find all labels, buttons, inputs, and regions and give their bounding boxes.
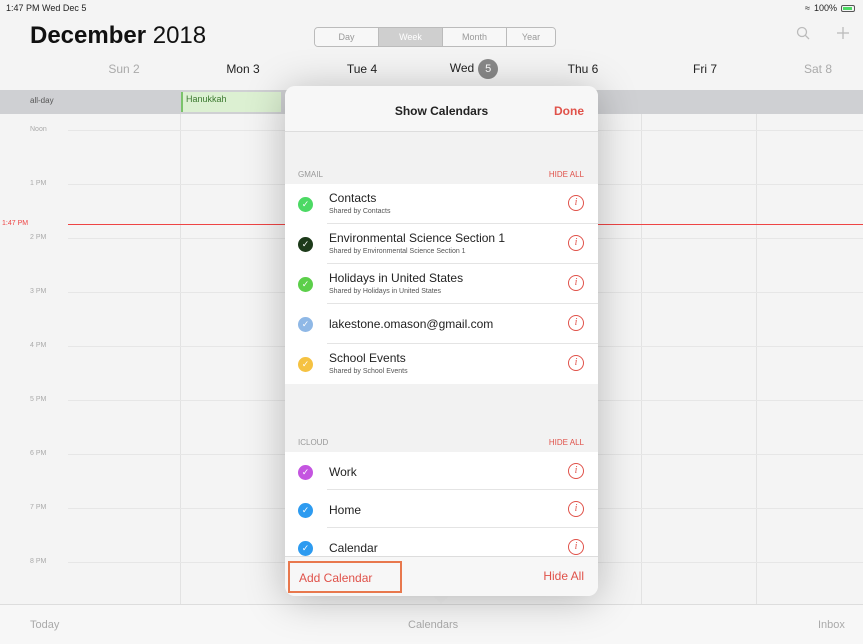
calendar-title: Environmental Science Section 1 [329, 231, 506, 245]
hour-label: 4 PM [30, 342, 47, 349]
info-icon[interactable]: i [568, 355, 584, 371]
status-right: ≈ 100% [805, 3, 855, 13]
day-header-fri[interactable]: Fri 7 [645, 62, 765, 76]
add-calendar-button[interactable]: Add Calendar [288, 561, 402, 593]
hour-label: 2 PM [30, 234, 47, 241]
calendar-title: Contacts [329, 191, 377, 205]
calendar-row-contacts[interactable]: ✓ Contacts Shared by Contacts i [285, 184, 598, 224]
bottom-toolbar: Today Calendars Inbox [0, 604, 863, 644]
calendar-row-environmental-science[interactable]: ✓ Environmental Science Section 1 Shared… [285, 224, 598, 264]
calendar-row-home[interactable]: ✓ Home i [285, 490, 598, 528]
day-header-wed[interactable]: Wed 5 [414, 59, 534, 79]
hour-label: 5 PM [30, 396, 47, 403]
section-header-gmail: GMAIL HIDE ALL [285, 164, 598, 184]
checkmark-icon[interactable]: ✓ [298, 237, 313, 252]
hour-label: 7 PM [30, 504, 47, 511]
info-icon[interactable]: i [568, 275, 584, 291]
popover-title: Show Calendars [394, 104, 489, 118]
hour-label: 6 PM [30, 450, 47, 457]
checkmark-icon[interactable]: ✓ [298, 465, 313, 480]
calendar-subtitle: Shared by Holidays in United States [329, 288, 442, 295]
day-header-wed-label: Wed [449, 61, 475, 75]
checkmark-icon[interactable]: ✓ [298, 277, 313, 292]
hour-label: 3 PM [30, 288, 47, 295]
day-header-sun[interactable]: Sun 2 [64, 62, 184, 76]
plus-icon[interactable] [836, 26, 850, 45]
calendar-title: Holidays in United States [329, 271, 464, 285]
segment-day[interactable]: Day [315, 28, 379, 46]
status-time-date: 1:47 PM Wed Dec 5 [6, 3, 87, 13]
checkmark-icon[interactable]: ✓ [298, 357, 313, 372]
info-icon[interactable]: i [568, 463, 584, 479]
month-title[interactable]: December 2018 [30, 22, 206, 50]
calendar-subtitle: Shared by School Events [329, 368, 408, 375]
info-icon[interactable]: i [568, 501, 584, 517]
calendar-subtitle: Shared by Environmental Science Section … [329, 248, 466, 255]
calendar-title: Calendar [329, 541, 378, 555]
hide-all-button[interactable]: Hide All [543, 569, 584, 583]
day-header-tue[interactable]: Tue 4 [302, 62, 422, 76]
hide-all-gmail-button[interactable]: HIDE ALL [549, 170, 584, 179]
view-segmented-control: Day Week Month Year [314, 27, 556, 47]
section-name: ICLOUD [298, 438, 329, 447]
checkmark-icon[interactable]: ✓ [298, 541, 313, 556]
icloud-calendar-list: ✓ Work i ✓ Home i ✓ Calendar i [285, 452, 598, 566]
show-calendars-popover: Show Calendars Done GMAIL HIDE ALL ✓ Con… [285, 86, 598, 596]
checkmark-icon[interactable]: ✓ [298, 317, 313, 332]
calendar-row-holidays[interactable]: ✓ Holidays in United States Shared by Ho… [285, 264, 598, 304]
segment-month[interactable]: Month [443, 28, 507, 46]
week-day-headers: Sun 2 Mon 3 Tue 4 Wed 5 Thu 6 Fri 7 Sat 8 [0, 56, 863, 86]
popover-footer: Add Calendar Hide All [285, 556, 598, 596]
inbox-button[interactable]: Inbox [818, 619, 845, 631]
segment-week[interactable]: Week [379, 28, 443, 46]
hour-label: Noon [30, 126, 47, 133]
section-header-icloud: ICLOUD HIDE ALL [285, 432, 598, 452]
info-icon[interactable]: i [568, 539, 584, 555]
status-bar: 1:47 PM Wed Dec 5 ≈ 100% [0, 0, 863, 16]
gmail-calendar-list: ✓ Contacts Shared by Contacts i ✓ Enviro… [285, 184, 598, 384]
day-header-thu[interactable]: Thu 6 [523, 62, 643, 76]
day-header-sat[interactable]: Sat 8 [758, 62, 863, 76]
year: 2018 [152, 22, 207, 49]
search-icon[interactable] [796, 26, 810, 45]
info-icon[interactable]: i [568, 195, 584, 211]
current-time-label: 1:47 PM [2, 220, 29, 227]
today-badge: 5 [478, 59, 499, 79]
popover-header: Show Calendars Done [285, 86, 598, 132]
segment-year[interactable]: Year [507, 28, 555, 46]
calendar-row-school-events[interactable]: ✓ School Events Shared by School Events … [285, 344, 598, 384]
grid-divider [641, 114, 642, 604]
calendar-row-gmail-account[interactable]: ✓ lakestone.omason@gmail.com i [285, 304, 598, 344]
grid-divider [180, 114, 181, 604]
battery-icon [841, 4, 855, 12]
hour-label: 1 PM [30, 180, 47, 187]
all-day-label: all-day [30, 96, 54, 105]
hour-label: 8 PM [30, 558, 47, 565]
calendar-title: Work [329, 465, 357, 479]
info-icon[interactable]: i [568, 235, 584, 251]
battery-percent: 100% [813, 3, 837, 13]
calendar-title: lakestone.omason@gmail.com [329, 317, 494, 331]
done-button[interactable]: Done [554, 104, 584, 118]
checkmark-icon[interactable]: ✓ [298, 503, 313, 518]
calendar-subtitle: Shared by Contacts [329, 208, 391, 215]
wifi-icon: ≈ [805, 3, 810, 13]
calendar-title: School Events [329, 351, 406, 365]
hide-all-icloud-button[interactable]: HIDE ALL [549, 438, 584, 447]
calendar-row-work[interactable]: ✓ Work i [285, 452, 598, 490]
info-icon[interactable]: i [568, 315, 584, 331]
calendars-button[interactable]: Calendars [408, 619, 458, 631]
month-name: December [30, 22, 147, 49]
all-day-event[interactable]: Hanukkah [181, 92, 281, 112]
today-button[interactable]: Today [30, 619, 59, 631]
section-name: GMAIL [298, 170, 323, 179]
grid-divider [756, 114, 757, 604]
day-header-mon[interactable]: Mon 3 [183, 62, 303, 76]
checkmark-icon[interactable]: ✓ [298, 197, 313, 212]
calendar-title: Home [329, 503, 362, 517]
